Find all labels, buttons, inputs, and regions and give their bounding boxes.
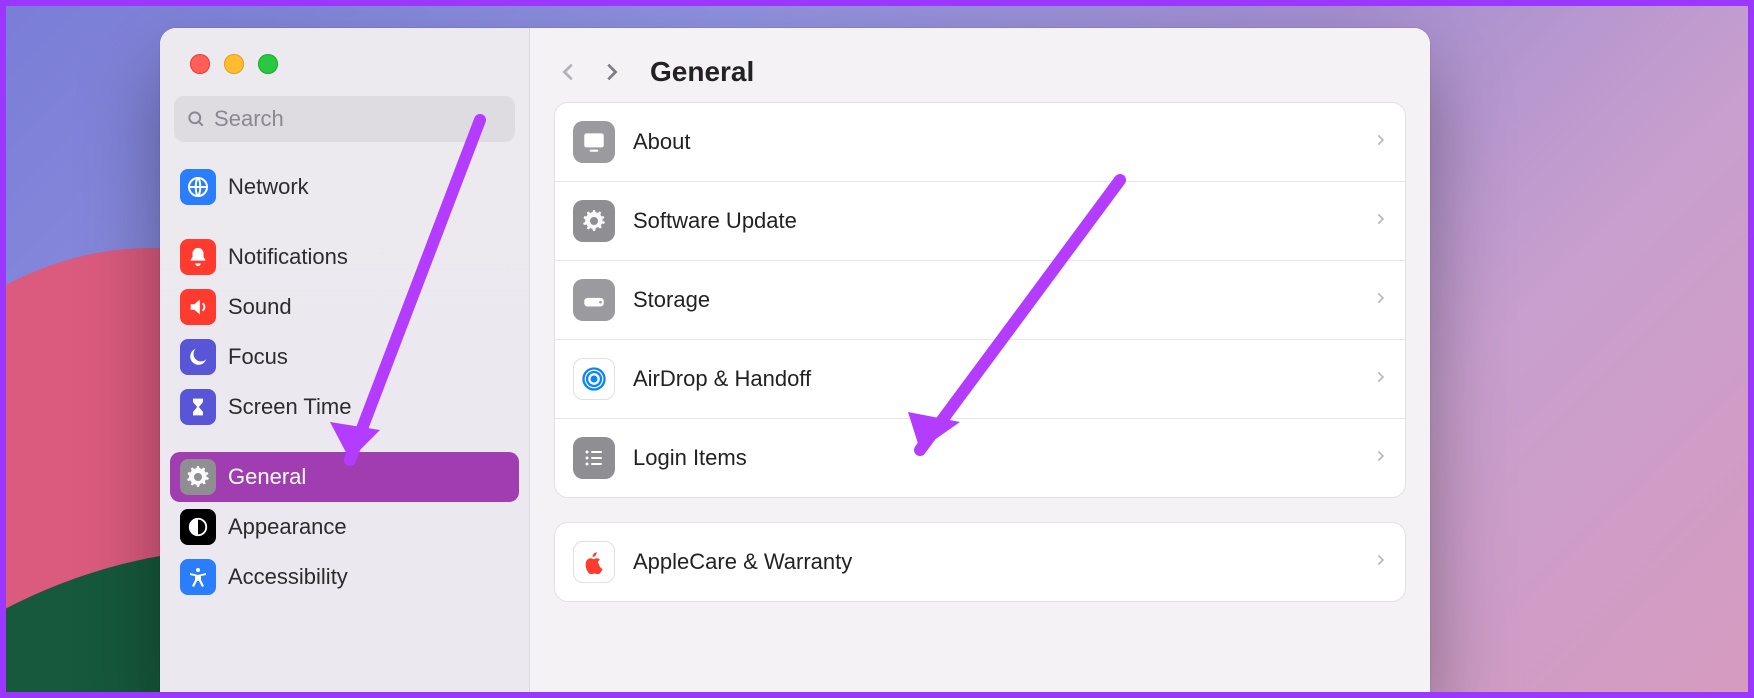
main-header: General — [530, 28, 1430, 102]
settings-row-software-update[interactable]: Software Update — [555, 181, 1405, 260]
sidebar-item-notifications[interactable]: Notifications — [170, 232, 519, 282]
accessibility-icon — [180, 559, 216, 595]
sidebar-item-general[interactable]: General — [170, 452, 519, 502]
settings-row-label: Storage — [633, 287, 1355, 313]
network-icon — [180, 169, 216, 205]
main-pane: General About Software Update Storage AirDr… — [530, 28, 1430, 698]
sidebar-item-accessibility[interactable]: Accessibility — [170, 552, 519, 602]
chevron-right-icon — [1373, 288, 1387, 313]
settings-row-label: About — [633, 129, 1355, 155]
chevron-left-icon — [558, 57, 580, 87]
gear-icon — [180, 459, 216, 495]
settings-row-label: Software Update — [633, 208, 1355, 234]
settings-group: AppleCare & Warranty — [554, 522, 1406, 602]
main-body: About Software Update Storage AirDrop & Han… — [530, 102, 1430, 626]
settings-row-login-items[interactable]: Login Items — [555, 418, 1405, 497]
settings-group: About Software Update Storage AirDrop & Han… — [554, 102, 1406, 498]
search-icon — [186, 108, 206, 130]
forward-button[interactable] — [600, 57, 622, 87]
sidebar: Network Notifications Sound Focus Screen Tim… — [160, 28, 530, 698]
chevron-right-icon — [1373, 550, 1387, 575]
airdrop-icon — [573, 358, 615, 400]
contrast-icon — [180, 509, 216, 545]
search-input[interactable] — [214, 106, 503, 132]
sidebar-item-label: Screen Time — [228, 394, 352, 420]
sidebar-item-appearance[interactable]: Appearance — [170, 502, 519, 552]
sidebar-item-label: Sound — [228, 294, 292, 320]
display-icon — [573, 121, 615, 163]
gear-icon — [573, 200, 615, 242]
chevron-right-icon — [1373, 130, 1387, 155]
settings-row-label: AirDrop & Handoff — [633, 366, 1355, 392]
search-field[interactable] — [174, 96, 515, 142]
chevron-right-icon — [1373, 367, 1387, 392]
applecare-icon — [573, 541, 615, 583]
settings-row-label: Login Items — [633, 445, 1355, 471]
chevron-right-icon — [1373, 446, 1387, 471]
back-button[interactable] — [558, 57, 580, 87]
settings-row-applecare-warranty[interactable]: AppleCare & Warranty — [555, 523, 1405, 601]
settings-row-about[interactable]: About — [555, 103, 1405, 181]
sidebar-item-label: Network — [228, 174, 309, 200]
sidebar-item-sound[interactable]: Sound — [170, 282, 519, 332]
sidebar-item-label: Accessibility — [228, 564, 348, 590]
settings-row-label: AppleCare & Warranty — [633, 549, 1355, 575]
window-controls — [160, 28, 529, 96]
moon-icon — [180, 339, 216, 375]
sidebar-item-label: General — [228, 464, 306, 490]
sidebar-item-label: Appearance — [228, 514, 347, 540]
system-settings-window: Network Notifications Sound Focus Screen Tim… — [160, 28, 1430, 698]
close-window-button[interactable] — [190, 54, 210, 74]
speaker-icon — [180, 289, 216, 325]
disk-icon — [573, 279, 615, 321]
chevron-right-icon — [1373, 209, 1387, 234]
page-title: General — [650, 56, 754, 88]
sidebar-item-label: Notifications — [228, 244, 348, 270]
sidebar-list: Network Notifications Sound Focus Screen Tim… — [160, 156, 529, 698]
minimize-window-button[interactable] — [224, 54, 244, 74]
chevron-right-icon — [600, 57, 622, 87]
sidebar-item-screen-time[interactable]: Screen Time — [170, 382, 519, 432]
zoom-window-button[interactable] — [258, 54, 278, 74]
bell-icon — [180, 239, 216, 275]
settings-row-storage[interactable]: Storage — [555, 260, 1405, 339]
hourglass-icon — [180, 389, 216, 425]
list-icon — [573, 437, 615, 479]
sidebar-item-focus[interactable]: Focus — [170, 332, 519, 382]
sidebar-item-label: Focus — [228, 344, 288, 370]
sidebar-item-network[interactable]: Network — [170, 162, 519, 212]
settings-row-airdrop-handoff[interactable]: AirDrop & Handoff — [555, 339, 1405, 418]
